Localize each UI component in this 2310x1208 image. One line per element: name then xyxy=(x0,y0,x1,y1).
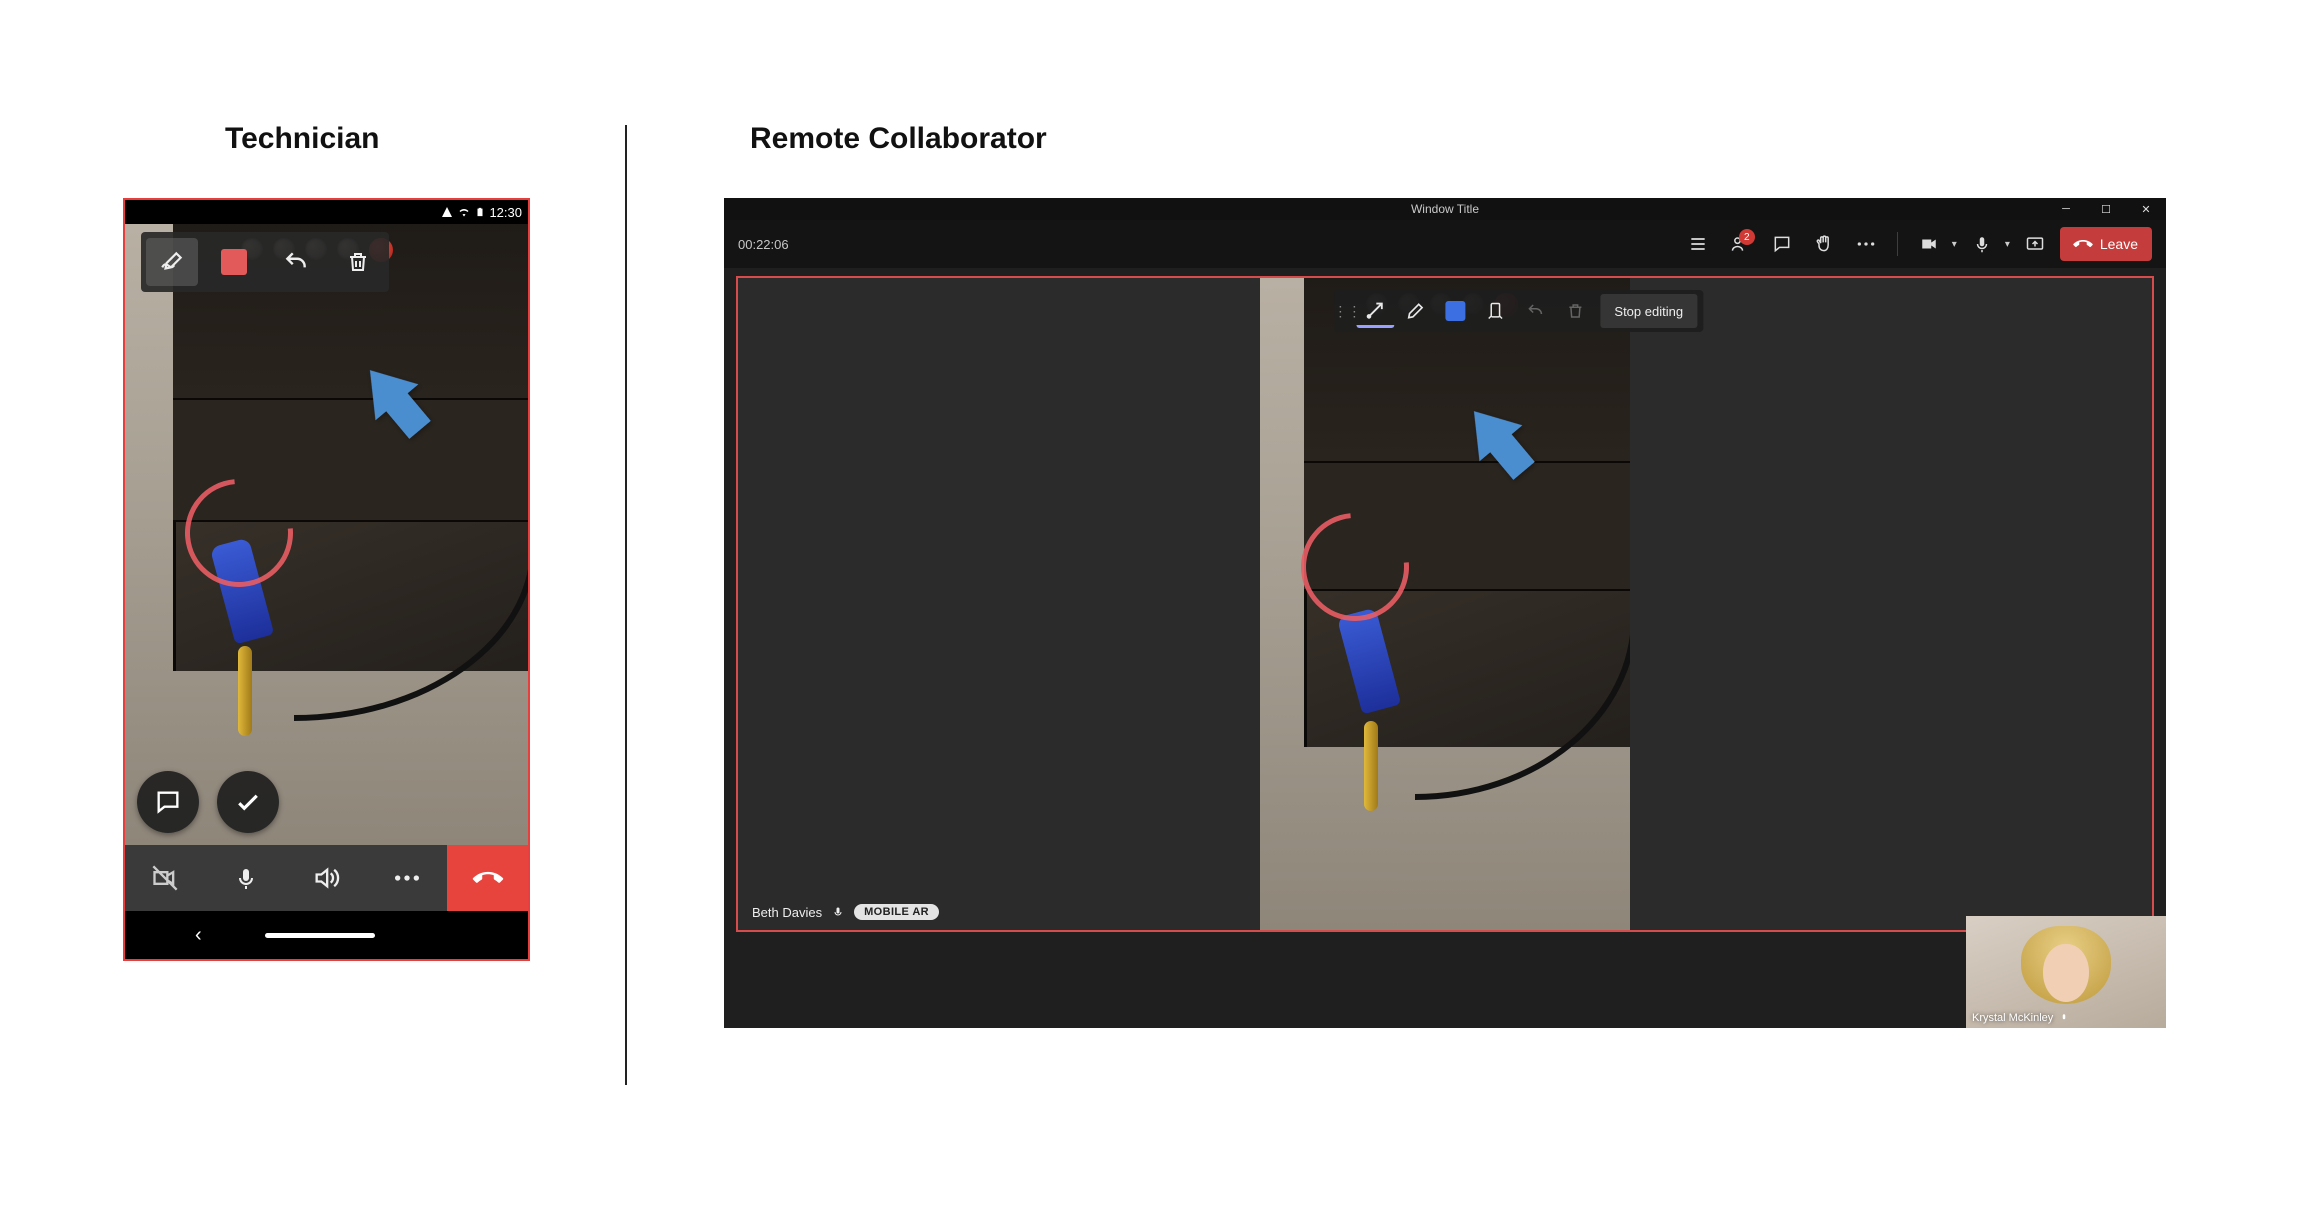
more-actions-button[interactable] xyxy=(1849,227,1883,261)
participant-label: Beth Davies MOBILE AR xyxy=(752,904,939,920)
toolbar-drag-handle-icon[interactable]: ⋮⋮ xyxy=(1340,294,1354,328)
call-timer: 00:22:06 xyxy=(738,237,789,252)
mobile-call-controls xyxy=(125,845,528,911)
mobile-status-bar: 12:30 xyxy=(125,200,528,224)
self-mic-icon xyxy=(2059,1012,2069,1024)
shared-content-stage[interactable]: ⋮⋮ S xyxy=(736,276,2154,932)
confirm-button[interactable] xyxy=(217,771,279,833)
window-maximize-button[interactable]: ☐ xyxy=(2086,198,2126,220)
mic-dropdown-icon[interactable]: ▾ xyxy=(2005,239,2010,250)
people-badge: 2 xyxy=(1739,229,1755,245)
place-object-button[interactable] xyxy=(1476,294,1514,328)
mic-toggle-button[interactable] xyxy=(206,845,287,911)
home-gesture-pill[interactable] xyxy=(265,933,375,938)
camera-toggle-button[interactable] xyxy=(125,845,206,911)
participant-mode-tag: MOBILE AR xyxy=(854,904,939,920)
color-picker-button[interactable] xyxy=(1436,294,1474,328)
toolbar-separator xyxy=(1897,232,1898,256)
self-name: Krystal McKinley xyxy=(1972,1012,2053,1024)
raise-hand-button[interactable] xyxy=(1807,227,1841,261)
mic-button[interactable] xyxy=(1965,227,1999,261)
status-time: 12:30 xyxy=(489,205,522,220)
collaborator-desktop-window: Window Title ─ ☐ ✕ 00:22:06 2 xyxy=(724,198,2166,1028)
share-screen-button[interactable] xyxy=(2018,227,2052,261)
undo-button[interactable] xyxy=(270,238,322,286)
speaker-button[interactable] xyxy=(286,845,367,911)
leave-label: Leave xyxy=(2100,236,2138,252)
participant-name: Beth Davies xyxy=(752,905,822,920)
window-title-bar: Window Title ─ ☐ ✕ xyxy=(724,198,2166,220)
pen-tool-button[interactable] xyxy=(1396,294,1434,328)
delete-button[interactable] xyxy=(332,238,384,286)
meeting-top-bar: 00:22:06 2 ▾ xyxy=(724,220,2166,268)
camera-button[interactable] xyxy=(1912,227,1946,261)
more-options-button[interactable] xyxy=(367,845,448,911)
meeting-stage-area: ⋮⋮ S xyxy=(724,268,2166,1028)
battery-icon xyxy=(475,205,485,219)
participants-list-button[interactable] xyxy=(1681,227,1715,261)
color-picker-button[interactable] xyxy=(208,238,260,286)
mobile-camera-view[interactable] xyxy=(125,224,528,845)
chat-button[interactable] xyxy=(137,771,199,833)
self-video-thumbnail[interactable]: Krystal McKinley xyxy=(1966,916,2166,1028)
mixed-reality-toolbar: ⋮⋮ S xyxy=(1334,290,1703,332)
technician-heading: Technician xyxy=(225,122,379,156)
window-close-button[interactable]: ✕ xyxy=(2126,198,2166,220)
leave-button[interactable]: Leave xyxy=(2060,227,2152,261)
window-minimize-button[interactable]: ─ xyxy=(2046,198,2086,220)
mobile-nav-bar: ‹ xyxy=(125,911,528,959)
mobile-annotation-toolbar xyxy=(141,232,389,292)
mobile-lower-buttons xyxy=(137,771,279,833)
signal-icon xyxy=(441,206,453,218)
people-button[interactable]: 2 xyxy=(1723,227,1757,261)
chat-panel-button[interactable] xyxy=(1765,227,1799,261)
participant-mic-icon xyxy=(832,905,844,919)
delete-all-button[interactable] xyxy=(1556,294,1594,328)
pen-tool-button[interactable] xyxy=(146,238,198,286)
arrow-3d-tool-button[interactable] xyxy=(1356,294,1394,328)
collaborator-heading: Remote Collaborator xyxy=(750,122,1047,156)
shared-camera-view xyxy=(1260,278,1630,930)
wifi-icon xyxy=(457,206,471,218)
vertical-divider xyxy=(625,125,627,1085)
stop-editing-button[interactable]: Stop editing xyxy=(1600,294,1697,328)
undo-button[interactable] xyxy=(1516,294,1554,328)
window-title: Window Title xyxy=(1411,202,1479,216)
hangup-button[interactable] xyxy=(447,845,528,911)
self-video-content xyxy=(2021,920,2111,1020)
camera-dropdown-icon[interactable]: ▾ xyxy=(1952,239,1957,250)
technician-mobile-device: 12:30 xyxy=(123,198,530,961)
back-button[interactable]: ‹ xyxy=(195,924,202,947)
